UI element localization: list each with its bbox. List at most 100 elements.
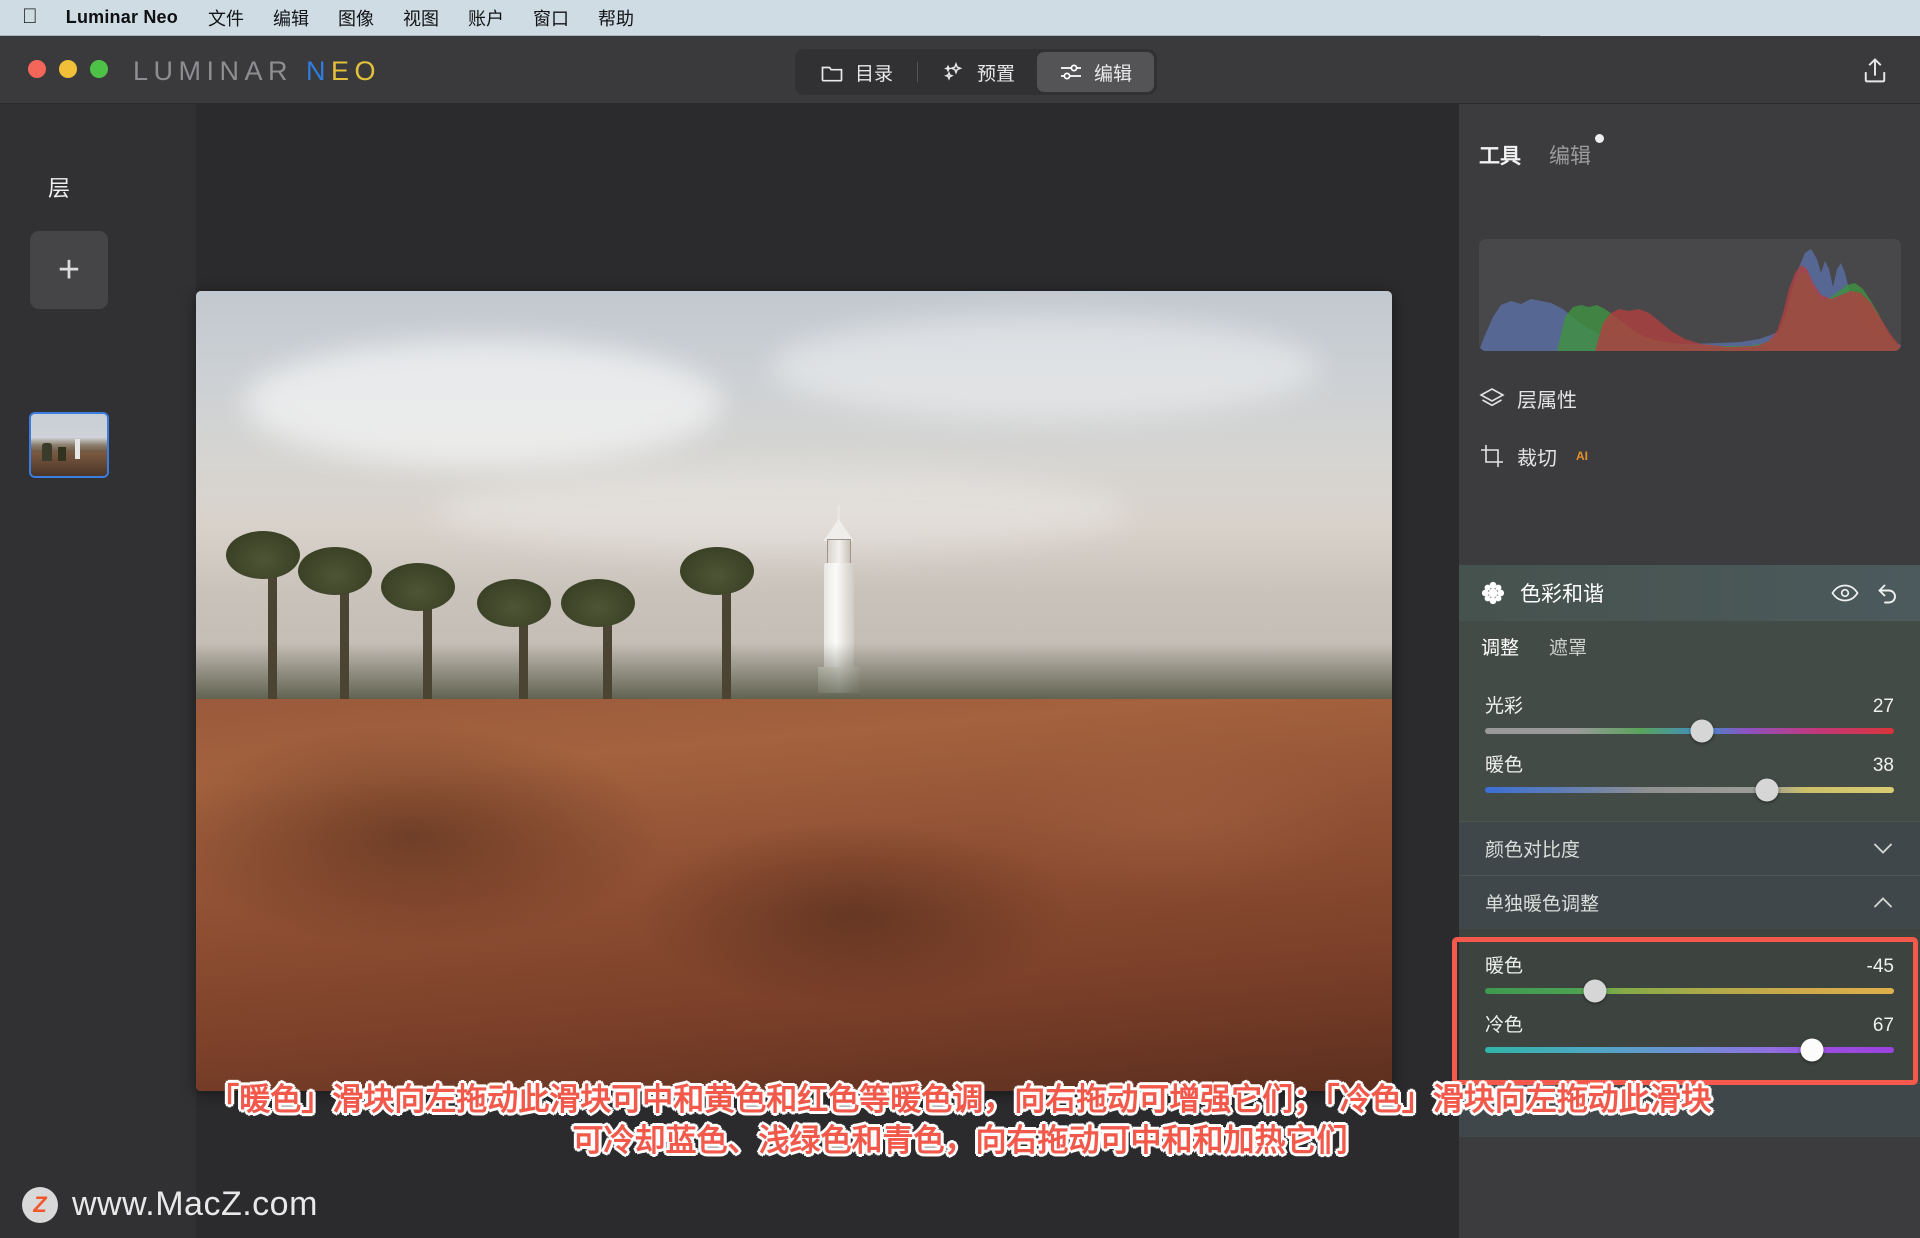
slider-track-warm-iso[interactable] <box>1485 979 1894 1003</box>
slider-block-warm-iso: 暖色 -45 <box>1459 945 1920 1004</box>
plus-icon: + <box>57 249 81 291</box>
slider-value-cool-iso: 67 <box>1872 1015 1894 1036</box>
share-export-icon[interactable] <box>1860 56 1890 86</box>
menu-bar-right-area <box>1540 0 1920 36</box>
photo-preview[interactable] <box>196 291 1392 1091</box>
photo-palm-canopy-2 <box>297 547 372 595</box>
tab-catalog-label: 目录 <box>855 63 894 85</box>
sliders-icon <box>1059 60 1083 84</box>
tool-row-crop[interactable]: 裁切 AI <box>1459 432 1920 480</box>
menu-item-image[interactable]: 图像 <box>338 5 374 31</box>
color-harmony-subtabs: 调整 遮罩 <box>1459 621 1920 671</box>
add-layer-button[interactable]: + <box>30 231 108 309</box>
slider-block-warmth: 暖色 38 <box>1459 744 1920 803</box>
undo-arrow-icon[interactable] <box>1872 579 1900 607</box>
watermark: Z www.MacZ.com <box>22 1185 318 1224</box>
photo-cloud-1 <box>243 339 723 467</box>
folder-icon <box>820 60 844 84</box>
section-separate-warm-adjust[interactable]: 单独暖色调整 <box>1459 875 1920 929</box>
sparkles-icon <box>942 60 966 84</box>
tab-edit[interactable]: 编辑 <box>1037 52 1155 92</box>
tab-edits[interactable]: 编辑 <box>1549 134 1604 170</box>
photo-palm-canopy-6 <box>680 547 755 595</box>
maximize-window-button[interactable] <box>90 60 108 78</box>
tab-edit-label: 编辑 <box>1094 63 1133 85</box>
macos-menu-bar:  Luminar Neo 文件 编辑 图像 视图 账户 窗口 帮助 <box>0 0 1540 36</box>
layers-panel: 层 + <box>0 104 196 1238</box>
thumb-lighthouse <box>75 438 81 459</box>
histogram-svg <box>1479 249 1901 351</box>
app-brand-logo: LUMINAR NEO <box>133 56 381 87</box>
tool-row-dodge-burn[interactable]: 加亮加深 <box>1459 1232 1920 1238</box>
macz-logo-letter: Z <box>33 1191 47 1217</box>
section-label-color-contrast: 颜色对比度 <box>1485 840 1581 861</box>
lighthouse-spire <box>836 505 840 521</box>
minimize-window-button[interactable] <box>59 60 77 78</box>
photo-palm-canopy-1 <box>225 531 300 579</box>
menu-item-help[interactable]: 帮助 <box>598 5 634 31</box>
annotation-line-1: 「暖色」滑块向左拖动此滑块可中和黄色和红色等暖色调，向右拖动可增强它们；「冷色」… <box>208 1082 1712 1117</box>
photo-cloud-3 <box>435 467 1129 555</box>
window-controls[interactable] <box>28 60 108 78</box>
slider-head-cool-iso: 冷色 67 <box>1485 1010 1894 1037</box>
brand-neo-eo: EO <box>331 56 382 86</box>
app-root:  Luminar Neo 文件 编辑 图像 视图 账户 窗口 帮助 LUMIN… <box>0 0 1920 1238</box>
menu-item-view[interactable]: 视图 <box>403 5 439 31</box>
annotation-overlay: 「暖色」滑块向左拖动此滑块可中和黄色和红色等暖色调，向右拖动可增强它们；「冷色」… <box>0 1080 1920 1162</box>
section-color-contrast[interactable]: 颜色对比度 <box>1459 821 1920 875</box>
tab-tools[interactable]: 工具 <box>1479 140 1521 170</box>
tool-label-crop: 裁切 <box>1517 447 1557 470</box>
right-tools-panel: 工具 编辑 层属性 裁切 AI 色彩和谐 调整 遮罩 光彩 27 暖色 38 颜… <box>1459 104 1920 1238</box>
slider-head-glow: 光彩 27 <box>1485 691 1894 718</box>
layer-thumbnail[interactable] <box>29 412 109 478</box>
photo-palm-canopy-5 <box>560 579 635 627</box>
apple-logo-icon[interactable]:  <box>22 6 38 30</box>
layers-icon <box>1479 385 1505 411</box>
histogram-red-channel <box>1595 265 1901 351</box>
color-harmony-body: 光彩 27 暖色 38 <box>1459 671 1920 821</box>
brand-neo-n: N <box>306 56 332 86</box>
photo-palm-canopy-3 <box>381 563 456 611</box>
color-harmony-header[interactable]: 色彩和谐 <box>1459 565 1920 621</box>
eye-icon[interactable] <box>1831 579 1859 607</box>
slider-block-cool-iso: 冷色 67 <box>1459 1004 1920 1063</box>
slider-thumb-warm-iso[interactable] <box>1583 979 1607 1003</box>
photo-palm-canopy-4 <box>477 579 552 627</box>
subtab-adjust[interactable]: 调整 <box>1481 633 1519 660</box>
slider-label-glow: 光彩 <box>1485 696 1524 717</box>
slider-thumb-glow[interactable] <box>1690 719 1714 743</box>
slider-track-glow[interactable] <box>1485 719 1894 743</box>
subtab-mask[interactable]: 遮罩 <box>1549 633 1587 660</box>
app-window: LUMINAR NEO 目录 预置 编辑 层 + 工具 编辑 层属性 裁切 AI… <box>0 36 1920 1238</box>
tab-tools-label: 工具 <box>1479 145 1521 168</box>
macz-logo-icon: Z <box>22 1186 58 1223</box>
slider-thumb-warmth[interactable] <box>1755 778 1779 802</box>
canvas-area <box>196 104 1459 1238</box>
slider-label-warm-iso: 暖色 <box>1485 956 1524 977</box>
tab-presets[interactable]: 预置 <box>920 52 1037 92</box>
menu-item-file[interactable]: 文件 <box>208 5 244 31</box>
edits-badge-dot <box>1595 134 1604 143</box>
slider-label-warmth: 暖色 <box>1485 755 1524 776</box>
slider-value-glow: 27 <box>1872 696 1894 717</box>
slider-value-warmth: 38 <box>1872 755 1894 776</box>
close-window-button[interactable] <box>28 60 46 78</box>
highlighted-slider-group: 暖色 -45 冷色 67 <box>1459 929 1920 1083</box>
menubar-app-name[interactable]: Luminar Neo <box>66 7 178 28</box>
tab-edits-label: 编辑 <box>1549 145 1591 168</box>
slider-track-cool-iso[interactable] <box>1485 1038 1894 1062</box>
crop-icon <box>1479 443 1505 469</box>
right-panel-tabs: 工具 编辑 <box>1459 134 1920 170</box>
menu-item-edit[interactable]: 编辑 <box>273 5 309 31</box>
menu-item-window[interactable]: 窗口 <box>533 5 569 31</box>
tab-presets-label: 预置 <box>977 63 1016 85</box>
tool-row-layer-properties[interactable]: 层属性 <box>1459 374 1920 422</box>
slider-track-warmth[interactable] <box>1485 778 1894 802</box>
watermark-text: www.MacZ.com <box>72 1185 318 1223</box>
menu-item-account[interactable]: 账户 <box>468 5 504 31</box>
slider-block-glow: 光彩 27 <box>1459 685 1920 744</box>
section-label-separate-warm: 单独暖色调整 <box>1485 894 1600 915</box>
slider-thumb-cool-iso[interactable] <box>1800 1038 1824 1062</box>
slider-head-warm-iso: 暖色 -45 <box>1485 951 1894 978</box>
tab-catalog[interactable]: 目录 <box>798 52 915 92</box>
